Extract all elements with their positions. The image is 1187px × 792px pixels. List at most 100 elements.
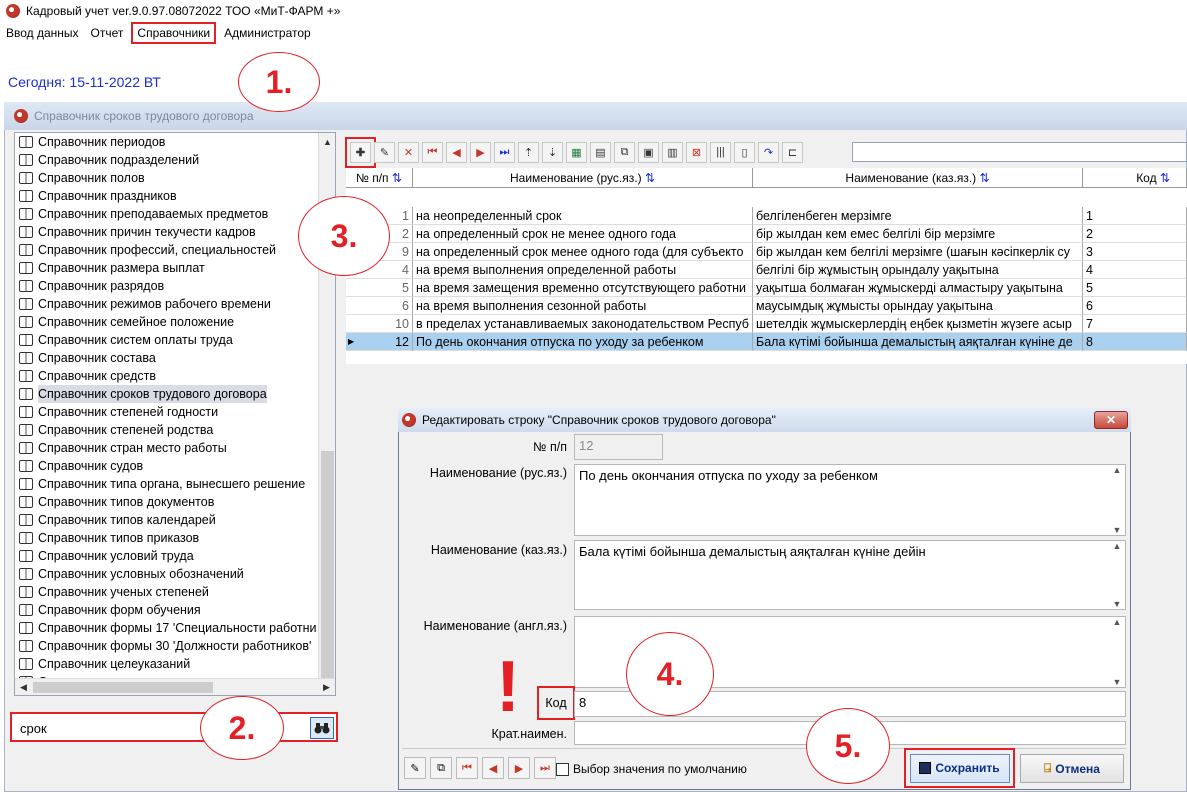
save-button[interactable]: Сохранить (909, 753, 1010, 783)
reference-list-item[interactable]: Справочник условий труда (15, 547, 335, 565)
reference-list-item[interactable]: Справочник семейное положение (15, 313, 335, 331)
grid-row[interactable]: 2 на определенный срок не менее одного го… (346, 225, 1187, 243)
reference-list-item[interactable]: Справочник состава (15, 349, 335, 367)
scroll-down-icon[interactable]: ▼ (1113, 525, 1122, 535)
scroll-right-icon[interactable]: ▶ (318, 679, 335, 696)
columns-button[interactable]: ▥ (662, 141, 683, 163)
add-record-button[interactable]: ✚ (345, 136, 376, 168)
memo-scrollbar[interactable]: ▲ ▼ (1109, 541, 1125, 609)
export-excel-button[interactable]: ▦ (566, 141, 587, 163)
col-header-code[interactable]: Код ⇅ (1083, 168, 1187, 188)
reference-list-item[interactable]: Справочник средств (15, 367, 335, 385)
grid-row[interactable]: 6 на время выполнения сезонной работы маус… (346, 297, 1187, 315)
barcode-button[interactable]: ||| (710, 141, 731, 163)
reference-list-item[interactable]: Справочник периодов (15, 133, 335, 151)
reference-list-item[interactable]: Справочник степеней годности (15, 403, 335, 421)
clear-fields-button[interactable]: ✎ (404, 757, 426, 779)
memo-scrollbar[interactable]: ▲ ▼ (1109, 465, 1125, 535)
reference-list-item[interactable]: Справочник подразделений (15, 151, 335, 169)
dialog-close-button[interactable]: ✕ (1094, 411, 1128, 429)
scroll-up-icon[interactable]: ▲ (319, 133, 336, 150)
reference-list-item[interactable]: Справочник формы 30 'Должности работнико… (15, 637, 335, 655)
move-up-button[interactable]: ⇡ (518, 141, 539, 163)
scroll-up-icon[interactable]: ▲ (1113, 465, 1122, 475)
paste-button[interactable]: ▣ (638, 141, 659, 163)
reference-list-item[interactable]: Справочник формы 17 'Специальности работ… (15, 619, 335, 637)
clear-filter-button[interactable]: ⊠ (686, 141, 707, 163)
scroll-down-icon[interactable]: ▼ (1113, 677, 1122, 687)
name-ru-field[interactable]: По день окончания отпуска по уходу за ре… (574, 464, 1126, 536)
reference-list-item[interactable]: Справочник условных обозначений (15, 565, 335, 583)
reference-list-item[interactable]: Справочник типов приказов (15, 529, 335, 547)
cancel-button[interactable]: ⍈ Отмена (1020, 754, 1124, 783)
first-icon: ⏮ (427, 145, 438, 158)
menu-report[interactable]: Отчет (85, 22, 130, 44)
grid-row[interactable]: 5 на время замещения временно отсутствующ… (346, 279, 1187, 297)
dlg-prev-button[interactable]: ◀ (482, 757, 504, 779)
dialog-nav-toolbar: ✎ ⧉ ⏮ ◀ ▶ ⏭ (404, 757, 556, 779)
edit-record-button[interactable]: ✎ (374, 141, 395, 163)
reference-list-hscrollbar[interactable]: ◀ ▶ (15, 678, 335, 695)
grid-row[interactable]: 12 По день окончания отпуска по уходу за … (346, 333, 1187, 351)
menu-references[interactable]: Справочники (131, 22, 217, 44)
scroll-left-icon[interactable]: ◀ (15, 679, 32, 696)
grid-row[interactable]: 10 в пределах устанавливаемых законодател… (346, 315, 1187, 333)
reference-list-item[interactable]: Справочник стран место работы (15, 439, 335, 457)
dlg-last-button[interactable]: ⏭ (534, 757, 556, 779)
scroll-up-icon[interactable]: ▲ (1113, 541, 1122, 551)
hscroll-thumb[interactable] (33, 682, 213, 693)
next-record-button[interactable]: ▶ (470, 141, 491, 163)
reference-list-item[interactable]: Справочник режимов рабочего времени (15, 295, 335, 313)
default-value-checkbox-row[interactable]: Выбор значения по умолчанию (556, 762, 747, 776)
copy-fields-button[interactable]: ⧉ (430, 757, 452, 779)
reference-list-item[interactable]: Справочник профессий, специальностей (15, 241, 335, 259)
reference-list-item[interactable]: Справочник форм обучения (15, 601, 335, 619)
reference-list-item[interactable]: Справочник типов календарей (15, 511, 335, 529)
structure-button[interactable]: ⊏ (782, 141, 803, 163)
last-record-button[interactable]: ⏭ (494, 141, 515, 163)
prev-record-button[interactable]: ◀ (446, 141, 467, 163)
reference-list-item[interactable]: Справочник преподаваемых предметов (15, 205, 335, 223)
reference-list-item[interactable]: Справочник полов (15, 169, 335, 187)
col-header-ru[interactable]: Наименование (рус.яз.) ⇅ (413, 168, 753, 188)
reference-list-item[interactable]: Справочник типа органа, вынесшего решени… (15, 475, 335, 493)
reference-list-item[interactable]: Справочник судов (15, 457, 335, 475)
search-button[interactable] (310, 717, 334, 739)
reference-list-item[interactable]: Справочник степеней родства (15, 421, 335, 439)
book-icon (19, 532, 33, 544)
col-header-num[interactable]: № п/п ⇅ (346, 168, 413, 188)
reference-list-item[interactable]: Справочник сроков трудового договора (15, 385, 335, 403)
memo-scrollbar[interactable]: ▲ ▼ (1109, 617, 1125, 687)
scroll-thumb[interactable] (321, 451, 334, 679)
default-value-checkbox[interactable] (556, 762, 569, 776)
menu-input-data[interactable]: Ввод данных (0, 22, 85, 44)
name-kz-field[interactable]: Бала күтімі бойынша демалыстың аяқталған… (574, 540, 1126, 610)
first-record-button[interactable]: ⏮ (422, 141, 443, 163)
refresh-button[interactable]: ↷ (758, 141, 779, 163)
move-down-button[interactable]: ⇣ (542, 141, 563, 163)
reference-list-item[interactable]: Справочник праздников (15, 187, 335, 205)
book-icon (19, 658, 33, 670)
dlg-first-button[interactable]: ⏮ (456, 757, 478, 779)
grid-filter-input[interactable] (852, 142, 1187, 162)
reference-list-item[interactable]: Справочник разрядов (15, 277, 335, 295)
print-button[interactable]: ▤ (590, 141, 611, 163)
reference-list-item[interactable]: Справочник систем оплаты труда (15, 331, 335, 349)
reference-list-item[interactable]: Справочник типов документов (15, 493, 335, 511)
copy-button[interactable]: ⧉ (614, 141, 635, 163)
reference-list-item[interactable]: Справочник целеуказаний (15, 655, 335, 673)
col-header-kz[interactable]: Наименование (каз.яз.) ⇅ (753, 168, 1083, 188)
grid-row[interactable]: 4 на время выполнения определенной работы… (346, 261, 1187, 279)
delete-record-button[interactable]: ✕ (398, 141, 419, 163)
dlg-next-button[interactable]: ▶ (508, 757, 530, 779)
reference-list-item[interactable]: Справочник размера выплат (15, 259, 335, 277)
grid-row[interactable]: 1 на неопределенный срок белгіленбеген мер… (346, 207, 1187, 225)
calc-button[interactable]: ▯ (734, 141, 755, 163)
grid-row[interactable]: 9 на определенный срок менее одного года … (346, 243, 1187, 261)
structure-icon: ⊏ (787, 146, 798, 159)
menu-admin[interactable]: Администратор (218, 22, 317, 44)
reference-list-item[interactable]: Справочник ученых степеней (15, 583, 335, 601)
scroll-down-icon[interactable]: ▼ (1113, 599, 1122, 609)
scroll-up-icon[interactable]: ▲ (1113, 617, 1122, 627)
reference-list-item[interactable]: Справочник причин текучести кадров (15, 223, 335, 241)
